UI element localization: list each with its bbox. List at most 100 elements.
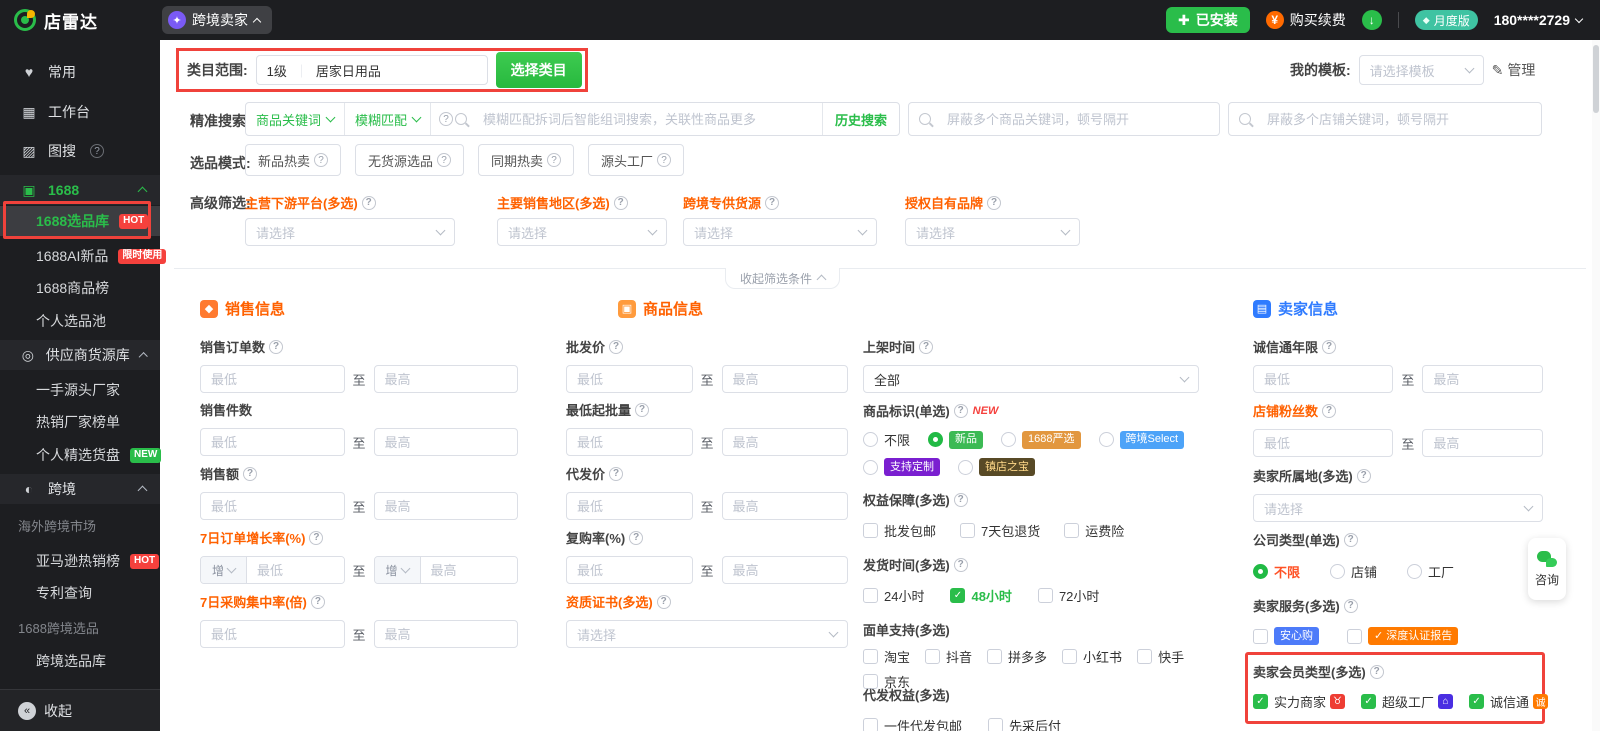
help-icon[interactable] <box>309 531 323 545</box>
tag-option-crossborder-select[interactable]: 跨境Select <box>1099 431 1185 449</box>
radio-off[interactable] <box>958 460 973 475</box>
sidebar-collapse-button[interactable]: « 收起 <box>0 689 160 731</box>
checkbox-off[interactable] <box>988 718 1003 731</box>
help-icon[interactable] <box>765 196 779 210</box>
help-icon[interactable] <box>629 531 643 545</box>
sales-amount-max-input[interactable] <box>374 492 519 520</box>
repurchase-min-input[interactable] <box>566 556 693 584</box>
sales-orders-max-input[interactable] <box>374 365 519 393</box>
concentration-max-input[interactable] <box>374 620 519 648</box>
keyword-type-select[interactable]: 商品关键词 <box>246 103 345 135</box>
consult-widget[interactable]: 咨询 <box>1528 538 1566 600</box>
template-manage-button[interactable]: ✎ 管理 <box>1492 60 1536 80</box>
help-icon[interactable] <box>954 493 968 507</box>
adv-platform-select[interactable]: 请选择 <box>245 218 455 246</box>
sales-orders-min-input[interactable] <box>200 365 345 393</box>
radio-off[interactable] <box>863 432 878 447</box>
sidebar-item-image-search[interactable]: ▨ 图搜 <box>0 136 160 166</box>
order-growth-min-input[interactable] <box>247 557 344 583</box>
mode-no-source-button[interactable]: 无货源选品 <box>355 144 464 176</box>
sidebar-group-1688[interactable]: ▣ 1688 <box>0 175 160 205</box>
sidebar-item-hot-factory[interactable]: 热销厂家榜单 <box>0 407 160 437</box>
help-icon[interactable] <box>362 196 376 210</box>
waybill-kuaishou[interactable]: 快手 <box>1137 647 1184 666</box>
tag-option-customizable[interactable]: 支持定制 <box>863 458 940 476</box>
tag-option-new[interactable]: 新品 <box>928 431 983 449</box>
sidebar-item-amazon-ranking[interactable]: 亚马逊热销榜 HOT <box>0 546 160 576</box>
growth-direction-select[interactable]: 增 <box>201 557 247 583</box>
help-icon[interactable] <box>614 196 628 210</box>
help-icon[interactable] <box>1344 599 1358 613</box>
checkbox-off[interactable] <box>863 523 878 538</box>
protection-7day-return[interactable]: 7天包退货 <box>960 521 1040 540</box>
radio-on[interactable] <box>1253 564 1268 579</box>
checkbox-off[interactable] <box>1253 629 1268 644</box>
help-icon[interactable] <box>1322 340 1336 354</box>
adv-region-select[interactable]: 请选择 <box>497 218 667 246</box>
sales-units-min-input[interactable] <box>200 428 345 456</box>
help-icon[interactable] <box>547 153 561 167</box>
shop-fans-min-input[interactable] <box>1253 429 1393 457</box>
growth-direction-select[interactable]: 增 <box>375 557 421 583</box>
concentration-min-input[interactable] <box>200 620 345 648</box>
waybill-pinduoduo[interactable]: 拼多多 <box>987 647 1047 666</box>
download-icon[interactable]: ↓ <box>1362 10 1382 30</box>
help-icon[interactable] <box>954 404 968 418</box>
tag-option-yanxuan[interactable]: 1688严选 <box>1001 431 1080 449</box>
radio-off[interactable] <box>1407 564 1422 579</box>
shipping-48h[interactable]: 48小时 <box>950 586 1011 605</box>
shipping-72h[interactable]: 72小时 <box>1038 586 1099 605</box>
help-icon[interactable] <box>609 467 623 481</box>
service-worry-free[interactable]: 安心购 <box>1253 627 1319 645</box>
help-icon[interactable] <box>635 403 649 417</box>
help-icon[interactable] <box>919 340 933 354</box>
match-type-select[interactable]: 模糊匹配 <box>345 103 431 135</box>
member-strength-merchant[interactable]: 实力商家♉ <box>1253 692 1345 711</box>
mode-new-hot-button[interactable]: 新品热卖 <box>245 144 341 176</box>
sidebar-item-source-factory[interactable]: 一手源头厂家 <box>0 375 160 405</box>
help-icon[interactable] <box>1370 665 1384 679</box>
dropship-price-min-input[interactable] <box>566 492 693 520</box>
help-icon[interactable] <box>243 467 257 481</box>
checkbox-off[interactable] <box>987 649 1002 664</box>
help-icon[interactable] <box>609 340 623 354</box>
credit-years-min-input[interactable] <box>1253 365 1393 393</box>
help-icon[interactable] <box>1344 533 1358 547</box>
keyword-search-input[interactable] <box>473 104 822 134</box>
workspace-switcher[interactable]: ✦ 跨境卖家 <box>162 6 272 34</box>
help-icon[interactable] <box>987 196 1001 210</box>
shipping-24h[interactable]: 24小时 <box>863 586 924 605</box>
block-shop-input[interactable] <box>1257 104 1541 134</box>
account-menu[interactable]: 180****2729 <box>1494 12 1582 28</box>
checkbox-on[interactable] <box>950 588 965 603</box>
waybill-taobao[interactable]: 淘宝 <box>863 647 910 666</box>
sidebar-item-crossborder-pool[interactable]: 跨境选品库 <box>0 646 160 676</box>
tag-option-shop-treasure[interactable]: 镇店之宝 <box>958 458 1035 476</box>
dropship-price-max-input[interactable] <box>722 492 849 520</box>
radio-off[interactable] <box>863 460 878 475</box>
adv-brand-select[interactable]: 请选择 <box>905 218 1080 246</box>
sidebar-item-1688-pool[interactable]: 1688选品库 HOT <box>0 206 160 236</box>
checkbox-off[interactable] <box>1137 649 1152 664</box>
moq-min-input[interactable] <box>566 428 693 456</box>
checkbox-off[interactable] <box>1038 588 1053 603</box>
checkbox-off[interactable] <box>1062 649 1077 664</box>
sidebar-item-patent-search[interactable]: 专利查询 <box>0 578 160 608</box>
moq-max-input[interactable] <box>722 428 849 456</box>
credit-years-max-input[interactable] <box>1422 365 1543 393</box>
wholesale-min-input[interactable] <box>566 365 693 393</box>
help-icon[interactable] <box>311 595 325 609</box>
sidebar-item-1688-ranking[interactable]: 1688商品榜 <box>0 273 160 303</box>
shop-fans-max-input[interactable] <box>1422 429 1543 457</box>
scrollbar-thumb[interactable] <box>1593 45 1599 113</box>
company-unlimited[interactable]: 不限 <box>1253 562 1300 581</box>
sidebar-item-personal-pool[interactable]: 个人选品池 <box>0 306 160 336</box>
help-icon[interactable] <box>314 153 328 167</box>
checkbox-on[interactable] <box>1361 694 1376 709</box>
order-growth-max-input[interactable] <box>421 557 518 583</box>
listing-time-select[interactable]: 全部 <box>863 365 1199 393</box>
sales-units-max-input[interactable] <box>374 428 519 456</box>
checkbox-off[interactable] <box>863 588 878 603</box>
help-icon[interactable] <box>90 144 104 158</box>
company-factory[interactable]: 工厂 <box>1407 562 1454 581</box>
